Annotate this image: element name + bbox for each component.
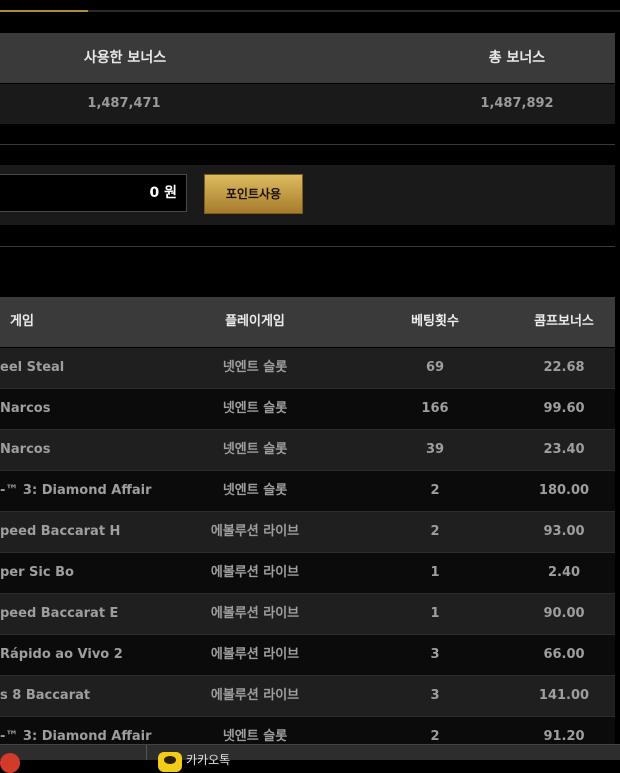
cell-play-game: 에볼루션 라이브: [210, 565, 300, 580]
divider: [0, 144, 615, 145]
table-row: Rápido ao Vivo 2 에볼루션 라이브 3 66.00: [0, 635, 615, 676]
cell-bet-count: 39: [425, 442, 445, 457]
cell-bet-count: 2: [430, 524, 440, 539]
table-row: per Sic Bo 에볼루션 라이브 1 2.40: [0, 553, 615, 594]
total-bonus-value: 1,487,892: [480, 96, 554, 111]
header-play-game: 플레이게임: [225, 314, 285, 329]
cell-game: eel Steal: [0, 360, 65, 375]
cell-play-game: 에볼루션 라이브: [210, 688, 300, 703]
comp-table-header: 게임 플레이게임 베팅횟수 콤프보너스: [0, 297, 615, 347]
header-game: 게임: [10, 314, 34, 329]
cell-play-game: 넷엔트 슬롯: [222, 401, 288, 416]
cell-bet-count: 166: [421, 401, 449, 416]
use-points-button[interactable]: 포인트사용: [204, 174, 303, 214]
cell-comp-bonus: 90.00: [543, 606, 585, 621]
cell-comp-bonus: 66.00: [543, 647, 585, 662]
table-row: Narcos 넷엔트 슬롯 166 99.60: [0, 389, 615, 430]
cell-bet-count: 69: [425, 360, 445, 375]
cell-game: s 8 Baccarat: [0, 688, 91, 703]
table-row: -™ 3: Diamond Affair 넷엔트 슬롯 2 180.00: [0, 471, 615, 512]
used-bonus-value: 1,487,471: [87, 96, 161, 111]
cell-game: per Sic Bo: [0, 565, 74, 580]
divider: [0, 246, 615, 247]
table-row: Narcos 넷엔트 슬롯 39 23.40: [0, 430, 615, 471]
table-row: eel Steal 넷엔트 슬롯 69 22.68: [0, 348, 615, 389]
points-amount-field[interactable]: 0 원: [0, 174, 187, 212]
points-bar: 0 원 포인트사용: [0, 165, 615, 225]
cell-comp-bonus: 141.00: [538, 688, 590, 703]
table-row: peed Baccarat H 에볼루션 라이브 2 93.00: [0, 512, 615, 553]
header-comp-bonus: 콤프보너스: [534, 314, 594, 329]
cell-comp-bonus: 2.40: [547, 565, 581, 580]
cell-play-game: 에볼루션 라이브: [210, 647, 300, 662]
cell-play-game: 에볼루션 라이브: [210, 524, 300, 539]
taskbar-app-label[interactable]: 카카오톡: [186, 751, 230, 768]
cell-comp-bonus: 22.68: [543, 360, 585, 375]
cell-game: Rápido ao Vivo 2: [0, 647, 123, 662]
cell-bet-count: 3: [430, 647, 440, 662]
cell-bet-count: 3: [430, 688, 440, 703]
tab-underline: [0, 10, 620, 12]
taskbar: 카카오톡: [0, 744, 620, 773]
bonus-summary-values: 1,487,471 1,487,892: [0, 84, 615, 124]
cell-play-game: 에볼루션 라이브: [210, 606, 300, 621]
cell-comp-bonus: 93.00: [543, 524, 585, 539]
cell-game: Narcos: [0, 401, 51, 416]
cell-game: -™ 3: Diamond Affair: [0, 483, 152, 498]
table-row: peed Baccarat E 에볼루션 라이브 1 90.00: [0, 594, 615, 635]
cell-play-game: 넷엔트 슬롯: [222, 442, 288, 457]
table-row: s 8 Baccarat 에볼루션 라이브 3 141.00: [0, 676, 615, 717]
cell-bet-count: 2: [430, 483, 440, 498]
cell-bet-count: 1: [430, 565, 440, 580]
kakaotalk-icon[interactable]: [158, 752, 182, 772]
used-bonus-label: 사용한 보너스: [83, 50, 167, 66]
cell-game: peed Baccarat E: [0, 606, 119, 621]
taskbar-divider: [146, 745, 147, 760]
chrome-icon[interactable]: [0, 753, 20, 773]
bonus-summary-header: 사용한 보너스 총 보너스: [0, 33, 615, 83]
active-tab-indicator: [0, 10, 88, 12]
cell-play-game: 넷엔트 슬롯: [222, 483, 288, 498]
cell-play-game: 넷엔트 슬롯: [222, 360, 288, 375]
cell-bet-count: 1: [430, 606, 440, 621]
cell-game: Narcos: [0, 442, 51, 457]
header-bet-count: 베팅횟수: [411, 314, 459, 329]
cell-comp-bonus: 180.00: [538, 483, 590, 498]
cell-game: peed Baccarat H: [0, 524, 121, 539]
cell-comp-bonus: 23.40: [543, 442, 585, 457]
cell-comp-bonus: 99.60: [543, 401, 585, 416]
total-bonus-label: 총 보너스: [488, 50, 546, 66]
